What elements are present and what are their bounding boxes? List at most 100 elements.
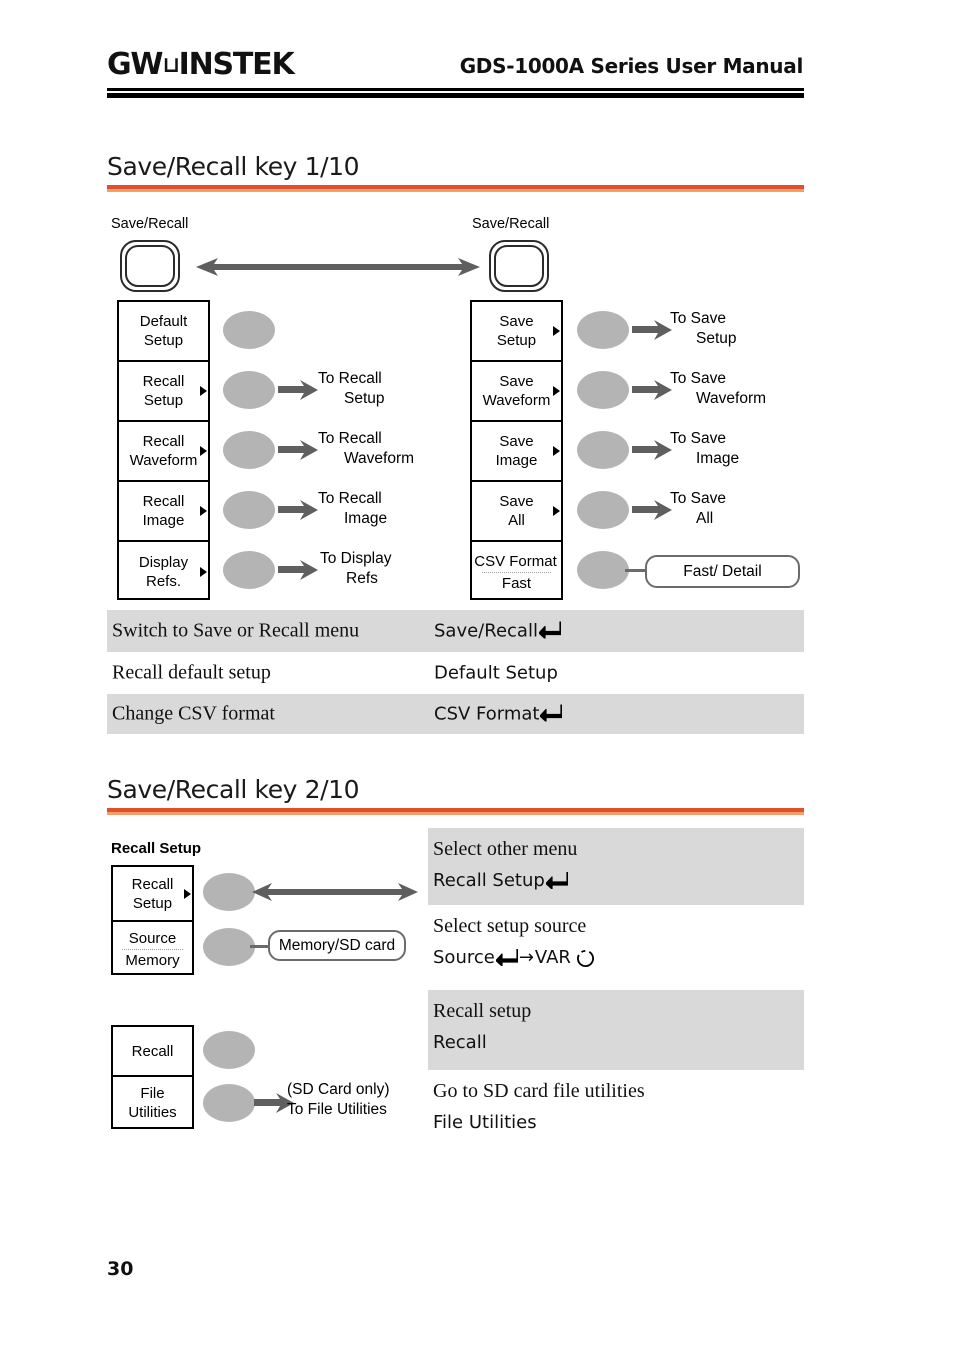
target-line-2: Setup [696,330,737,347]
target-line-1: To Recall [318,490,382,507]
menu-cell-save-setup[interactable]: Save Setup [472,302,561,362]
soft-knob-display-refs[interactable] [223,551,275,589]
target-line-1: To Save [670,490,727,507]
menu-cell-file-utilities[interactable]: File Utilities [113,1077,192,1129]
desc-sub-label: Recall Setup [433,870,545,891]
right-panel-key-label: Save/Recall [472,216,550,232]
logo-instek: INSTEK [178,47,295,82]
soft-knob-save-setup[interactable] [577,311,629,349]
cell-line-1: Default [139,313,188,330]
desc-right-text: Save/Recall [434,621,561,642]
left-menu-stack: Default Setup Recall Setup Recall Wavefo… [117,300,210,600]
cell-line-2: Image [142,512,185,529]
soft-knob-csv-format[interactable] [577,551,629,589]
enter-key-icon [540,704,563,722]
soft-knob-save-all[interactable] [577,491,629,529]
enter-key-icon [545,871,568,889]
arrow-to-save-setup [632,320,672,340]
menu-cell-recall-image[interactable]: Recall Image [119,482,208,542]
desc-row-default-setup: Recall default setup Default Setup [107,652,804,694]
submenu-caret-icon [553,446,560,456]
soft-knob-recall-setup[interactable] [223,371,275,409]
menu-cell-source[interactable]: Source Memory [113,922,192,977]
right-arrow-icon: → [518,947,534,968]
cell-line-1: Recall [142,493,185,510]
desc-right-label: Save/Recall [434,620,538,642]
submenu-caret-icon [200,567,207,577]
target-line-1: (SD Card only) [287,1081,390,1098]
desc-sub: File Utilities [433,1104,804,1136]
soft-knob-default-setup[interactable] [223,311,275,349]
target-recall-image: To Recall Image [318,489,387,529]
menu-cell-recall-setup[interactable]: Recall Setup [119,362,208,422]
desc-sub: Source → VAR [433,939,804,971]
cell-line-1: Recall [142,373,185,390]
cell-line-2: Setup [143,332,184,349]
soft-knob-recall-image[interactable] [223,491,275,529]
menu-cell-recall-setup[interactable]: Recall Setup [113,867,192,922]
save-recall-key-right[interactable] [489,240,549,292]
logo-u-mark: ⊔ [162,53,180,78]
soft-knob-source[interactable] [203,928,255,966]
desc-row-csv-format: Change CSV format CSV Format [107,694,804,734]
manual-title: GDS-1000A Series User Manual [459,54,804,78]
cell-line-2: Waveform [482,392,551,409]
target-recall-waveform: To Recall Waveform [318,429,414,469]
option-pill-memory-sd-card[interactable]: Memory/SD card [268,930,406,961]
gwinstek-logo: GW⊔INSTEK [107,47,295,83]
cell-line-1: Recall [131,875,174,893]
recall-setup-menu-stack: Recall Setup Source Memory [111,865,194,975]
option-pill-fast-detail[interactable]: Fast/ Detail [645,555,800,588]
desc-row-recall-setup: Recall setup Recall [428,990,804,1070]
target-line-2: To File Utilities [287,1101,387,1118]
soft-knob-recall-2[interactable] [203,1031,255,1069]
desc-sub: Recall [433,1024,804,1056]
menu-cell-save-waveform[interactable]: Save Waveform [472,362,561,422]
soft-knob-recall-waveform[interactable] [223,431,275,469]
target-line-2: Waveform [696,390,767,407]
soft-knob-save-waveform[interactable] [577,371,629,409]
cell-line-2: Fast [501,574,532,592]
soft-knob-file-utilities[interactable] [203,1084,255,1122]
menu-cell-save-image[interactable]: Save Image [472,422,561,482]
desc-title: Recall setup [433,1000,532,1022]
arrow-to-recall-image [278,500,318,520]
cell-line-1: Save [499,493,534,510]
section-2-rule [107,808,804,815]
arrow-to-save-image [632,440,672,460]
section-1-rule [107,185,804,192]
arrow-to-save-waveform [632,380,672,400]
desc-sub-label: Source [433,947,495,968]
logo-gw: GW [107,47,164,82]
cell-dotted-divider [121,949,184,950]
menu-cell-csv-format[interactable]: CSV Format Fast [472,542,561,602]
section-2-title: Save/Recall key 2/10 [107,775,360,804]
desc-row-file-utilities: Go to SD card file utilities File Utilit… [428,1070,804,1150]
desc-row-select-setup-source: Select setup source Source → VAR [428,905,804,990]
desc-right-text: CSV Format [434,704,563,725]
page-number: 30 [107,1258,134,1280]
menu-cell-recall[interactable]: Recall [113,1027,192,1077]
save-recall-key-left[interactable] [120,240,180,292]
pill-stem-fast-detail [625,569,647,572]
switch-menus-arrow [196,256,480,278]
header-rule-bottom [107,93,804,98]
target-save-waveform: To Save Waveform [670,369,766,409]
arrow-to-recall-setup [278,380,318,400]
cell-line-1: Recall [142,433,185,450]
cell-line-2: Setup [496,332,537,349]
desc-sub-label: File Utilities [433,1112,537,1133]
left-panel-key-label: Save/Recall [111,216,189,232]
menu-cell-default-setup[interactable]: Default Setup [119,302,208,362]
soft-knob-recall-setup-2[interactable] [203,873,255,911]
menu-cell-recall-waveform[interactable]: Recall Waveform [119,422,208,482]
desc-title: Select setup source [433,915,587,937]
desc-sub-label: Recall [433,1032,487,1053]
menu-cell-display-refs[interactable]: Display Refs. [119,542,208,602]
menu-cell-save-all[interactable]: Save All [472,482,561,542]
desc-right-text: Default Setup [434,663,558,684]
recall-file-menu-stack: Recall File Utilities [111,1025,194,1129]
soft-knob-save-image[interactable] [577,431,629,469]
arrow-to-recall-waveform [278,440,318,460]
target-line-2: Image [696,450,740,467]
